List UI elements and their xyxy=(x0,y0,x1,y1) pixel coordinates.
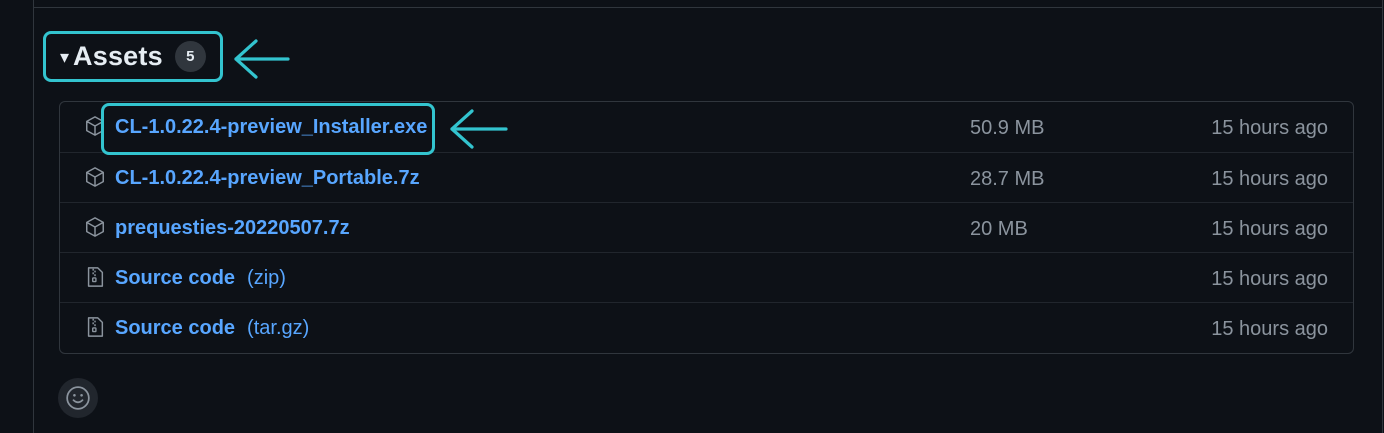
smiley-icon xyxy=(66,386,90,410)
asset-row: prequesties-20220507.7z 20 MB 15 hours a… xyxy=(60,202,1353,252)
asset-link-source-zip[interactable]: Source code (zip) xyxy=(115,267,286,290)
asset-row: Source code (tar.gz) 15 hours ago xyxy=(60,302,1353,352)
asset-time: 15 hours ago xyxy=(1211,268,1328,290)
add-reaction-button[interactable] xyxy=(58,378,98,418)
file-zip-icon xyxy=(87,267,104,287)
package-icon xyxy=(86,217,104,237)
asset-suffix: (tar.gz) xyxy=(247,317,310,339)
asset-link-prequesties[interactable]: prequesties-20220507.7z xyxy=(115,217,350,240)
asset-time: 15 hours ago xyxy=(1211,117,1328,139)
file-zip-icon xyxy=(87,317,104,337)
asset-time: 15 hours ago xyxy=(1211,168,1328,190)
assets-summary-toggle[interactable]: ▾ Assets 5 xyxy=(43,31,223,82)
triangle-down-icon: ▾ xyxy=(60,46,70,67)
asset-row: CL-1.0.22.4-preview_Installer.exe 50.9 M… xyxy=(60,102,1353,152)
asset-name-text: Source code xyxy=(115,267,236,289)
asset-size: 20 MB xyxy=(970,218,1028,240)
asset-time: 15 hours ago xyxy=(1211,318,1328,340)
package-icon xyxy=(86,116,104,136)
asset-row: Source code (zip) 15 hours ago xyxy=(60,252,1353,302)
asset-size: 28.7 MB xyxy=(970,168,1045,190)
divider xyxy=(33,7,1383,8)
asset-link-portable[interactable]: CL-1.0.22.4-preview_Portable.7z xyxy=(115,167,420,190)
assets-list: CL-1.0.22.4-preview_Installer.exe 50.9 M… xyxy=(59,101,1354,354)
asset-row: CL-1.0.22.4-preview_Portable.7z 28.7 MB … xyxy=(60,152,1353,202)
asset-link-source-targz[interactable]: Source code (tar.gz) xyxy=(115,317,309,340)
asset-name-text: Source code xyxy=(115,317,236,339)
arrow-left-icon xyxy=(234,39,290,79)
asset-size: 50.9 MB xyxy=(970,117,1045,139)
assets-count-badge: 5 xyxy=(174,41,206,72)
assets-title: Assets xyxy=(73,41,163,71)
asset-time: 15 hours ago xyxy=(1211,218,1328,240)
asset-suffix: (zip) xyxy=(247,267,286,289)
package-icon xyxy=(86,167,104,187)
arrow-left-icon xyxy=(450,109,508,149)
asset-link-installer[interactable]: CL-1.0.22.4-preview_Installer.exe xyxy=(115,116,427,139)
